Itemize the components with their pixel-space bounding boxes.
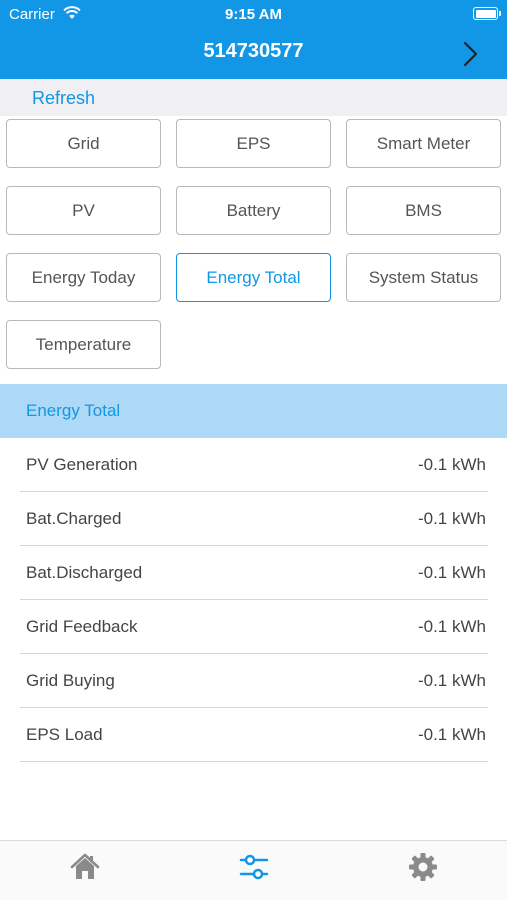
table-row: PV Generation -0.1 kWh <box>20 438 488 492</box>
bms-button[interactable]: BMS <box>346 186 501 235</box>
status-bar: Carrier 9:15 AM <box>0 0 507 28</box>
status-time: 9:15 AM <box>225 6 282 23</box>
battery-icon <box>473 7 501 20</box>
table-row: Grid Buying -0.1 kWh <box>20 654 488 708</box>
grid-button[interactable]: Grid <box>6 119 161 168</box>
row-value: -0.1 kWh <box>417 725 486 744</box>
smart-meter-button[interactable]: Smart Meter <box>346 119 501 168</box>
row-label: Grid Buying <box>26 671 115 690</box>
section-title: Energy Total <box>26 401 121 420</box>
row-value: -0.1 kWh <box>417 455 486 474</box>
row-value: -0.1 kWh <box>417 563 486 582</box>
refresh-button[interactable]: Refresh <box>32 88 95 109</box>
row-label: Bat.Charged <box>26 509 122 528</box>
row-value: -0.1 kWh <box>417 509 486 528</box>
row-value: -0.1 kWh <box>417 617 486 636</box>
table-row: Grid Feedback -0.1 kWh <box>20 600 488 654</box>
page-title: 514730577 <box>203 40 304 62</box>
section-header: Energy Total <box>0 384 507 438</box>
row-label: PV Generation <box>26 455 138 474</box>
row-label: EPS Load <box>26 725 103 744</box>
gear-icon[interactable] <box>407 851 439 883</box>
row-label: Grid Feedback <box>26 617 138 636</box>
energy-today-button[interactable]: Energy Today <box>6 253 161 302</box>
eps-button[interactable]: EPS <box>176 119 331 168</box>
battery-button[interactable]: Battery <box>176 186 331 235</box>
pv-button[interactable]: PV <box>6 186 161 235</box>
energy-total-button[interactable]: Energy Total <box>176 253 331 302</box>
table-row: Bat.Charged -0.1 kWh <box>20 492 488 546</box>
table-row: Bat.Discharged -0.1 kWh <box>20 546 488 600</box>
chevron-right-icon[interactable] <box>459 40 483 68</box>
row-label: Bat.Discharged <box>26 563 143 582</box>
temperature-button[interactable]: Temperature <box>6 320 161 369</box>
home-icon[interactable] <box>69 851 101 883</box>
row-value: -0.1 kWh <box>417 671 486 690</box>
table-row: EPS Load -0.1 kWh <box>20 708 488 762</box>
refresh-bar: Refresh <box>0 79 507 116</box>
header: Carrier 9:15 AM 514730577 <box>0 0 507 79</box>
sliders-icon[interactable] <box>238 851 270 883</box>
system-status-button[interactable]: System Status <box>346 253 501 302</box>
tab-bar <box>0 840 507 900</box>
